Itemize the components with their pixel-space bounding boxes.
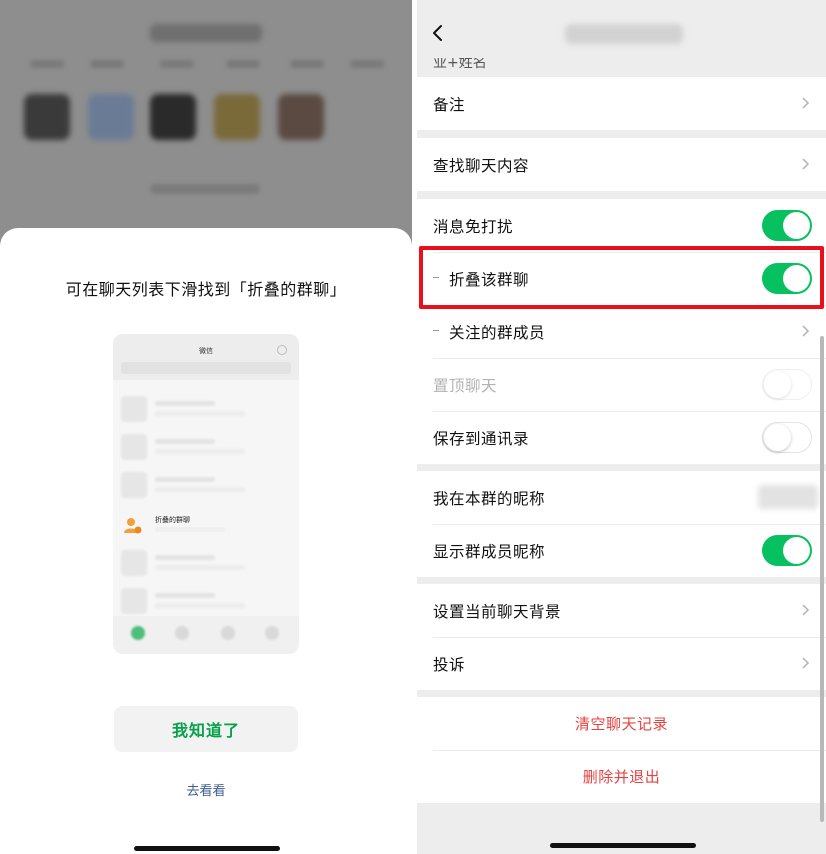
blurred-thumbnail (24, 94, 70, 140)
clear-history-cell[interactable]: 清空聊天记录 (417, 697, 826, 750)
settings-group-chat-options: 消息免打扰 折叠该群聊 关注的群成员 置顶聊天 保存到通讯录 (417, 199, 826, 464)
indent-dash (433, 330, 439, 331)
fold-group-cell: 折叠该群聊 (417, 252, 826, 305)
right-panel: 业+姓名 备注 查找聊天内容 消息免打扰 折叠该群聊 关注的群成员 置顶聊天 保… (417, 0, 826, 854)
followed-members-label: 关注的群成员 (449, 324, 546, 342)
scrolled-row-text: 业+姓名 (433, 55, 487, 71)
show-nicknames-cell: 显示群成员昵称 (417, 524, 826, 577)
complain-label: 投诉 (433, 656, 466, 674)
search-history-label: 查找聊天内容 (433, 157, 530, 175)
chevron-right-icon (802, 97, 810, 109)
search-history-cell[interactable]: 查找聊天内容 (417, 138, 826, 191)
save-contacts-label: 保存到通讯录 (433, 430, 530, 448)
my-nickname-cell[interactable]: 我在本群的昵称 (417, 471, 826, 524)
preview-tab-bar (113, 616, 299, 654)
folded-group-icon (124, 518, 142, 534)
home-indicator (134, 846, 280, 851)
preview-folded-chat-row: 折叠的群聊 (119, 512, 293, 540)
set-background-cell[interactable]: 设置当前聊天背景 (417, 584, 826, 637)
nav-bar: 业+姓名 (417, 0, 826, 71)
pin-cell: 置顶聊天 (417, 358, 826, 411)
preview-chat-row (119, 588, 293, 616)
page-title-blurred (565, 24, 683, 44)
blurred-tab (226, 60, 260, 68)
blurred-tab (350, 60, 384, 68)
clear-history-button[interactable]: 清空聊天记录 (417, 713, 826, 734)
blurred-tab (290, 60, 324, 68)
blurred-tab (90, 60, 124, 68)
me-tab-icon (265, 626, 279, 640)
contacts-tab-icon (175, 626, 189, 640)
chat-list-preview: 微信 折叠的群聊 (113, 334, 299, 654)
bottom-sheet: 可在聊天列表下滑找到「折叠的群聊」 微信 折叠的群聊 我知道了 去看看 (0, 228, 412, 854)
settings-group-remark: 备注 (417, 77, 826, 130)
fold-group-toggle[interactable] (762, 263, 812, 294)
discover-tab-icon (221, 626, 235, 640)
settings-group-danger: 清空聊天记录 删除并退出 (417, 697, 826, 803)
preview-header: 微信 (113, 334, 299, 380)
mute-cell: 消息免打扰 (417, 199, 826, 252)
show-nicknames-toggle[interactable] (762, 535, 812, 566)
scrollbar[interactable] (820, 336, 824, 822)
got-it-button[interactable]: 我知道了 (114, 706, 298, 752)
back-arrow-icon[interactable] (431, 24, 445, 42)
chevron-right-icon (802, 325, 810, 337)
delete-exit-cell[interactable]: 删除并退出 (417, 750, 826, 803)
chevron-right-icon (802, 657, 810, 669)
complain-cell[interactable]: 投诉 (417, 637, 826, 690)
blurred-tab (160, 60, 194, 68)
preview-chat-row (119, 550, 293, 578)
remark-label: 备注 (433, 96, 466, 114)
save-contacts-toggle[interactable] (762, 422, 812, 453)
show-nicknames-label: 显示群成员昵称 (433, 543, 546, 561)
chevron-right-icon (802, 158, 810, 170)
indent-dash (433, 277, 439, 278)
blurred-thumbnail (214, 94, 260, 140)
nickname-value-blurred (758, 485, 818, 509)
preview-search-bar (121, 362, 291, 374)
blurred-bar (150, 184, 260, 194)
blurred-tab (30, 60, 64, 68)
blurred-background (0, 0, 412, 240)
sheet-title: 可在聊天列表下滑找到「折叠的群聊」 (65, 280, 347, 299)
preview-chat-row (119, 396, 293, 424)
settings-group-nickname: 我在本群的昵称 显示群成员昵称 (417, 471, 826, 577)
blurred-title (150, 24, 262, 42)
preview-title: 微信 (199, 347, 213, 355)
remark-cell[interactable]: 备注 (417, 77, 826, 130)
mute-toggle[interactable] (762, 210, 812, 241)
settings-group-misc: 设置当前聊天背景 投诉 (417, 584, 826, 690)
blurred-thumbnail (150, 94, 196, 140)
mute-label: 消息免打扰 (433, 218, 514, 236)
chevron-right-icon (802, 604, 810, 616)
plus-icon (277, 345, 287, 355)
followed-members-cell[interactable]: 关注的群成员 (417, 305, 826, 358)
settings-group-search: 查找聊天内容 (417, 138, 826, 191)
delete-exit-button[interactable]: 删除并退出 (417, 766, 826, 787)
folded-chat-label: 折叠的群聊 (155, 516, 190, 524)
set-background-label: 设置当前聊天背景 (433, 603, 562, 621)
my-nickname-label: 我在本群的昵称 (433, 490, 546, 508)
blurred-thumbnail (88, 94, 134, 140)
chat-tab-icon (131, 626, 145, 640)
go-see-link[interactable]: 去看看 (0, 780, 412, 799)
preview-chat-row (119, 434, 293, 462)
save-contacts-cell: 保存到通讯录 (417, 411, 826, 464)
pin-toggle[interactable] (762, 369, 812, 400)
fold-group-label: 折叠该群聊 (449, 271, 530, 289)
home-indicator (550, 843, 696, 848)
pin-label: 置顶聊天 (433, 377, 498, 395)
blurred-thumbnail (278, 94, 324, 140)
left-panel: 可在聊天列表下滑找到「折叠的群聊」 微信 折叠的群聊 我知道了 去看看 (0, 0, 412, 854)
preview-chat-row (119, 472, 293, 500)
